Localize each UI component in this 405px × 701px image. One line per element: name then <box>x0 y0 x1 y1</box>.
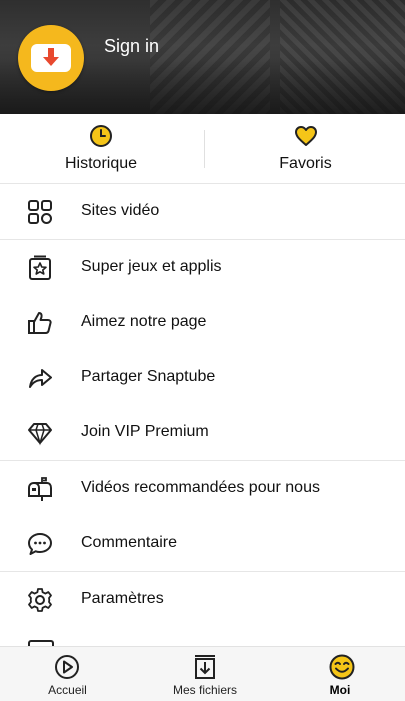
download-box-icon <box>195 655 215 679</box>
menu-item-vip[interactable]: Join VIP Premium <box>0 405 405 460</box>
mailbox-icon <box>28 477 52 501</box>
menu-item-label: Commentaire <box>81 534 178 551</box>
favorites-label: Favoris <box>279 155 332 172</box>
menu-item-label: Vidéos recommandées pour nous <box>81 479 320 496</box>
menu-item-label: Partager Snaptube <box>81 368 216 385</box>
app-logo-avatar[interactable] <box>18 25 84 91</box>
nav-my-files-label: Mes fichiers <box>172 683 237 697</box>
menu-item-label: Super jeux et applis <box>81 258 222 275</box>
profile-header: Sign in <box>0 0 405 114</box>
gear-icon <box>28 588 52 612</box>
favorites-tab[interactable]: Favoris <box>206 114 405 183</box>
heart-icon <box>295 126 317 146</box>
menu-item-label: Paramètres <box>81 590 164 607</box>
nav-home-label: Accueil <box>48 683 87 697</box>
menu-item-label: Aimez notre page <box>81 313 207 330</box>
menu-item-like-page[interactable]: Aimez notre page <box>0 295 405 350</box>
bottom-navigation: Accueil Mes fichiers Moi <box>0 646 405 701</box>
comment-icon <box>28 533 52 555</box>
quick-access-bar: Historique Favoris <box>0 114 405 184</box>
thumbs-up-icon <box>28 312 52 334</box>
menu-item-recommend-videos[interactable]: Vidéos recommandées pour nous <box>0 461 405 516</box>
sign-in-link[interactable]: Sign in <box>104 36 159 57</box>
diamond-icon <box>28 423 52 446</box>
nav-my-files[interactable]: Mes fichiers <box>135 647 275 701</box>
menu-item-settings[interactable]: Paramètres <box>0 572 405 627</box>
history-tab[interactable]: Historique <box>0 114 202 183</box>
download-icon <box>31 44 71 72</box>
menu-item-share[interactable]: Partager Snaptube <box>0 350 405 405</box>
play-circle-icon <box>55 655 79 679</box>
grid-icon <box>28 200 52 224</box>
menu-item-comment[interactable]: Commentaire <box>0 516 405 571</box>
menu-item-label: Join VIP Premium <box>81 423 209 440</box>
menu-item-video-sites[interactable]: Sites vidéo <box>0 184 405 239</box>
nav-me[interactable]: Moi <box>275 647 405 701</box>
menu-item-games-apps[interactable]: Super jeux et applis <box>0 240 405 295</box>
nav-home[interactable]: Accueil <box>0 647 135 701</box>
nav-me-label: Moi <box>329 683 351 697</box>
smiley-face-icon <box>329 654 355 680</box>
history-label: Historique <box>64 155 138 172</box>
share-icon <box>29 369 52 388</box>
star-box-icon <box>29 255 51 280</box>
quick-divider <box>204 130 205 168</box>
clock-icon <box>90 125 112 147</box>
menu-item-label: Sites vidéo <box>81 202 160 219</box>
